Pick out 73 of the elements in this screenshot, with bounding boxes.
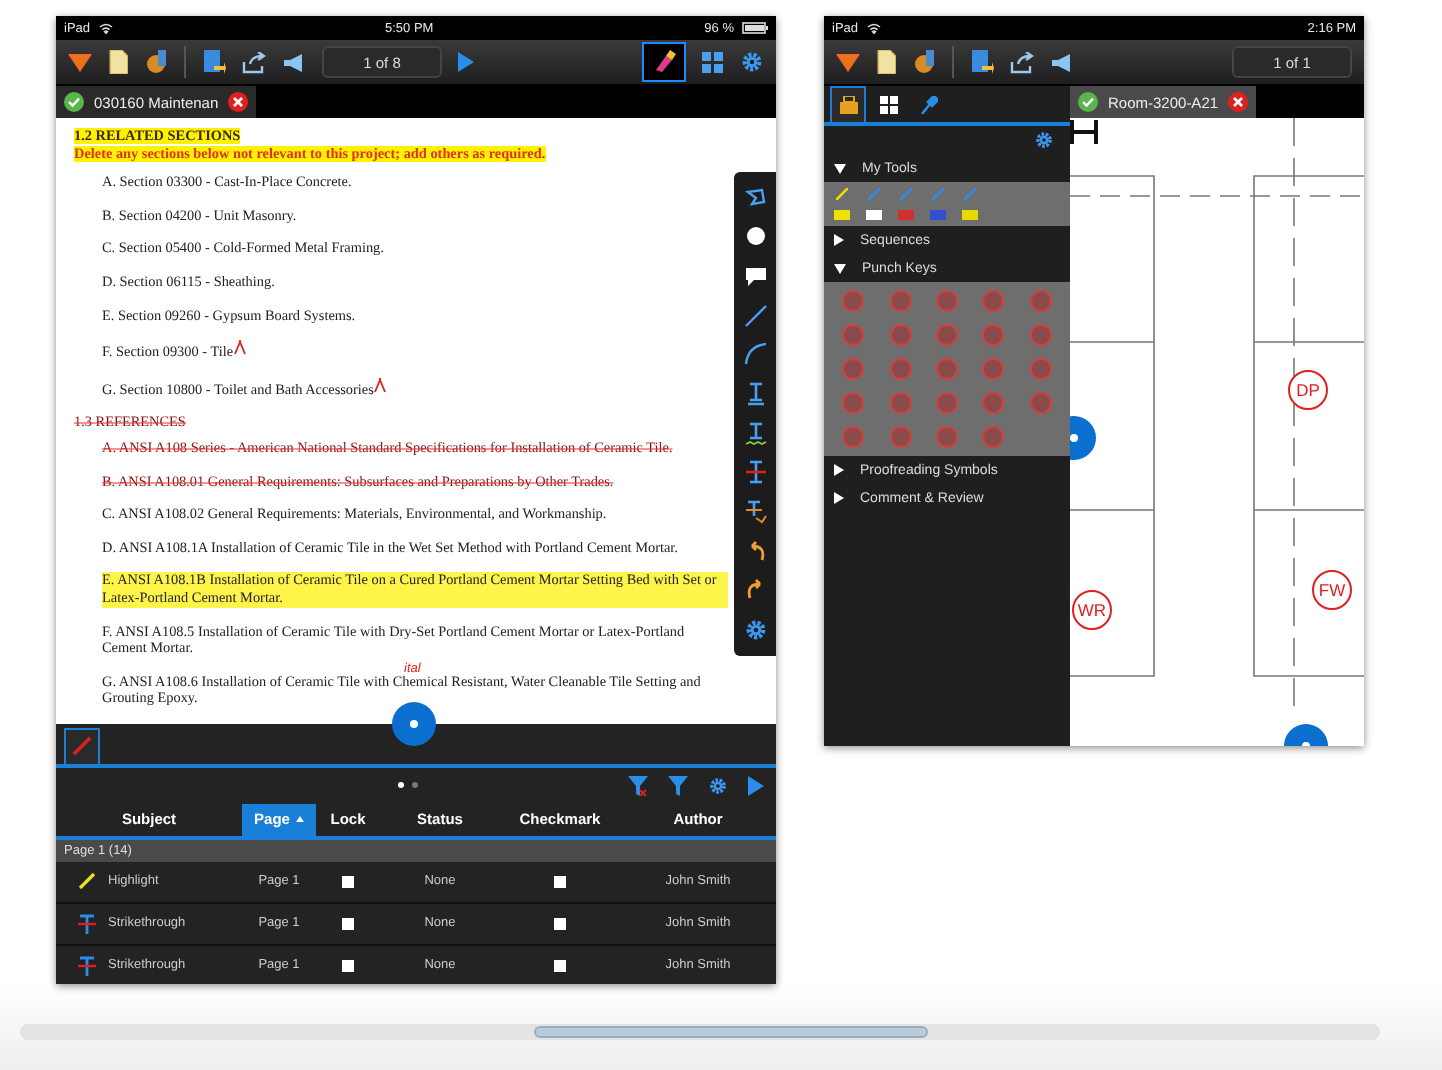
export-document-icon[interactable]	[202, 50, 226, 74]
battery-icon	[742, 22, 768, 34]
pen-tip-icon	[900, 188, 912, 200]
room-tag: DP	[1288, 370, 1328, 410]
tool-preset[interactable]	[962, 188, 978, 220]
underline-tool-icon[interactable]	[743, 382, 767, 407]
markup-list-tab[interactable]	[64, 727, 100, 764]
panel-tab[interactable]	[830, 86, 866, 122]
next-page-icon[interactable]	[458, 52, 474, 72]
sort-arrow-icon	[295, 816, 304, 823]
lock-checkbox[interactable]	[342, 959, 354, 972]
close-icon[interactable]	[1228, 92, 1249, 112]
room-tag: FW	[1312, 570, 1352, 610]
thumbnails-icon[interactable]	[702, 51, 724, 73]
tool-preset[interactable]	[834, 188, 850, 220]
lock-checkbox[interactable]	[342, 875, 354, 888]
pen-tip-icon	[868, 188, 880, 200]
markup-tool-button[interactable]	[642, 42, 686, 82]
settings-icon[interactable]	[1034, 130, 1054, 150]
page-dot[interactable]	[412, 782, 418, 789]
share-icon[interactable]	[242, 51, 266, 73]
pin-icon	[919, 96, 937, 114]
redo-icon[interactable]	[743, 578, 767, 603]
eraser-icon[interactable]	[652, 50, 676, 74]
comment-tool-icon[interactable]	[743, 264, 767, 289]
document-icon[interactable]	[876, 50, 896, 74]
strikethrough-tool-icon[interactable]	[743, 460, 767, 485]
share-icon[interactable]	[1010, 51, 1034, 73]
menu-triangle-icon[interactable]	[68, 53, 92, 71]
tools-icon[interactable]	[144, 50, 168, 74]
export-document-icon[interactable]	[970, 50, 994, 74]
tools-icon[interactable]	[912, 50, 936, 74]
pen-icon	[72, 736, 92, 757]
play-icon[interactable]	[748, 775, 764, 796]
check-icon[interactable]	[1078, 92, 1098, 112]
megaphone-icon[interactable]	[1050, 51, 1074, 73]
clear-filter-icon[interactable]	[628, 775, 648, 796]
room-tag: WR	[1072, 590, 1112, 630]
scrollbar-thumb[interactable]	[534, 1026, 928, 1038]
checkmark-checkbox[interactable]	[554, 875, 566, 888]
arc-tool-icon[interactable]	[743, 342, 767, 367]
pen-tip-icon	[836, 188, 848, 200]
highlighter-pen-icon	[78, 872, 96, 891]
strikethrough-icon	[78, 913, 96, 934]
strikethrough-icon	[78, 955, 96, 976]
circle-tool-icon[interactable]	[743, 224, 767, 249]
settings-icon[interactable]	[743, 618, 767, 643]
pen-tip-icon	[964, 188, 976, 200]
wifi-icon	[98, 22, 115, 34]
pen-tip-icon	[932, 188, 944, 200]
page-dot[interactable]	[398, 782, 404, 789]
lock-checkbox[interactable]	[342, 917, 354, 930]
lasso-icon[interactable]	[743, 185, 767, 210]
menu-triangle-icon[interactable]	[836, 53, 860, 71]
panel-handle[interactable]	[392, 701, 436, 746]
document-icon[interactable]	[108, 50, 128, 74]
tool-preset[interactable]	[866, 188, 882, 220]
grid-icon	[879, 96, 897, 114]
checkmark-checkbox[interactable]	[554, 959, 566, 972]
close-icon[interactable]	[228, 92, 249, 112]
megaphone-icon[interactable]	[282, 51, 306, 73]
checkmark-checkbox[interactable]	[554, 917, 566, 930]
settings-icon[interactable]	[740, 50, 764, 74]
column-marker-icon	[1070, 120, 1098, 144]
check-icon[interactable]	[64, 92, 84, 112]
wifi-icon	[866, 22, 883, 34]
toolbox-icon	[839, 96, 857, 114]
squiggly-tool-icon[interactable]	[743, 421, 767, 446]
replace-text-tool-icon[interactable]	[743, 500, 767, 525]
filter-icon[interactable]	[668, 775, 688, 796]
settings-icon[interactable]	[708, 775, 728, 796]
scrollbar[interactable]	[20, 1024, 1380, 1040]
line-tool-icon[interactable]	[743, 303, 767, 328]
